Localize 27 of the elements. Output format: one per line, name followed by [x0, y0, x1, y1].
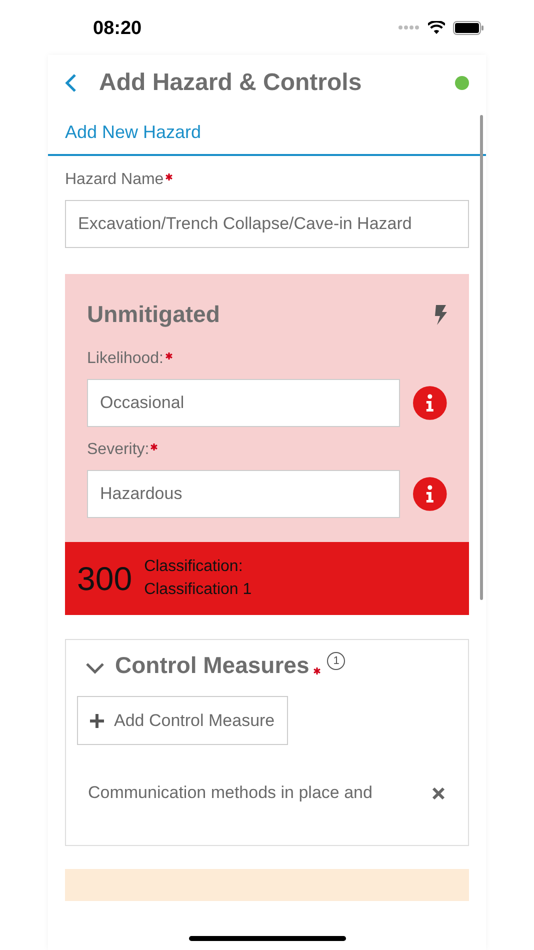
back-icon[interactable]: [65, 72, 77, 92]
count-badge: 1: [327, 652, 346, 670]
chevron-icon[interactable]: [85, 662, 105, 674]
status-time: 08:20: [93, 18, 142, 40]
hazard-name-field[interactable]: Excavation/Trench Collapse/Cave-in Hazard: [65, 200, 469, 248]
field-label: Hazard Name: [65, 171, 164, 189]
tab[interactable]: Add New Hazard: [48, 115, 218, 154]
classification-label: Classification:: [144, 558, 244, 576]
plus-icon: [90, 714, 104, 728]
battery-icon: [453, 20, 484, 34]
field-label: Severity:: [87, 441, 150, 459]
field-label: Likelihood:: [87, 350, 164, 368]
info-icon[interactable]: [413, 386, 447, 420]
risk-score: 300: [77, 560, 132, 598]
dropdown-field[interactable]: Hazardous: [87, 470, 400, 518]
lightning-icon[interactable]: [434, 304, 447, 324]
section-title: Unmitigated: [87, 301, 220, 328]
classification-value: Classification 1: [144, 581, 252, 599]
info-icon[interactable]: [413, 477, 447, 511]
signal-icon: [398, 25, 420, 30]
control-measure-text: Communication methods in place and: [88, 783, 372, 803]
dropdown-field[interactable]: Occasional: [87, 379, 400, 427]
page-title: Add Hazard & Controls: [99, 68, 363, 96]
section-title: Control Measures: [115, 652, 310, 679]
wifi-icon: [428, 21, 445, 34]
add-control-measure-button[interactable]: Add Control Measure: [77, 696, 288, 745]
close-icon[interactable]: [432, 786, 445, 800]
